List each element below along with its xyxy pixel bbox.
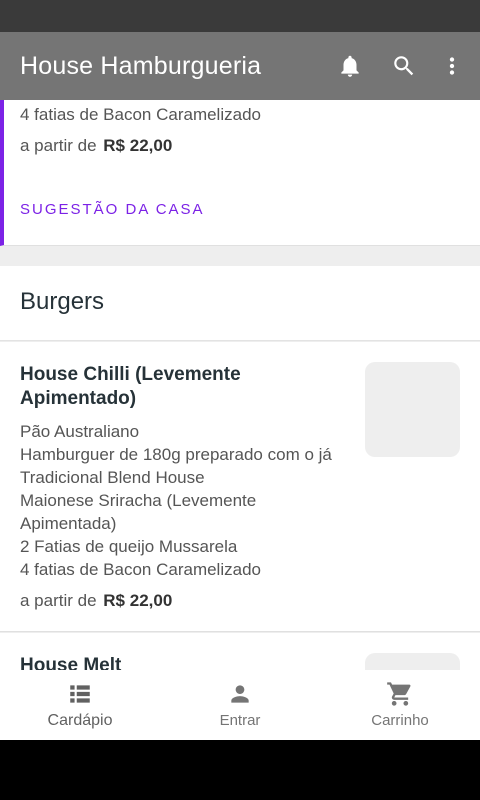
product-card[interactable]: House Chilli (Levemente Apimentado) Pão …	[0, 342, 480, 632]
description-line: 4 fatias de Bacon Caramelizado	[20, 560, 261, 579]
status-bar	[0, 0, 480, 32]
description-line: Tradicional Blend House	[20, 468, 205, 487]
nav-item-cardapio[interactable]: Cardápio	[0, 670, 160, 740]
suggestion-price: a partir de R$ 22,00	[20, 136, 172, 156]
description-line: Apimentada)	[20, 514, 117, 533]
nav-label: Carrinho	[371, 712, 429, 729]
cart-icon	[386, 680, 414, 708]
nav-label: Entrar	[219, 712, 261, 729]
price-value: R$ 22,00	[103, 136, 173, 155]
product-price: a partir de R$ 22,00	[20, 591, 172, 611]
search-icon[interactable]	[382, 44, 426, 88]
product-card[interactable]: House Melt	[0, 633, 480, 670]
product-name: House Chilli (Levemente Apimentado)	[20, 364, 241, 409]
section-header: Burgers	[0, 266, 480, 341]
price-prefix: a partir de	[20, 136, 97, 155]
house-suggestion-tag: SUGESTÃO DA CASA	[20, 201, 205, 218]
product-description: Pão Australiano Hamburguer de 180g prepa…	[20, 420, 365, 581]
person-icon	[227, 680, 253, 708]
nav-item-carrinho[interactable]: Carrinho	[320, 670, 480, 740]
description-line: Pão Australiano	[20, 422, 140, 441]
section-title: Burgers	[20, 288, 105, 315]
product-image-placeholder	[365, 362, 460, 457]
menu-list-icon	[67, 680, 93, 708]
description-line: Maionese Sriracha (Levemente	[20, 491, 257, 510]
bell-icon[interactable]	[328, 44, 372, 88]
more-vert-icon[interactable]	[430, 44, 474, 88]
system-navigation-bar	[0, 740, 480, 800]
app-bar: House Hamburgueria	[0, 32, 480, 100]
product-image-placeholder	[365, 653, 460, 670]
price-value: R$ 22,00	[103, 591, 173, 610]
description-line: Hamburguer de 180g preparado com o já	[20, 445, 332, 464]
nav-item-entrar[interactable]: Entrar	[160, 670, 320, 740]
nav-label: Cardápio	[47, 712, 113, 729]
price-prefix: a partir de	[20, 591, 97, 610]
product-name: House Melt	[20, 655, 122, 670]
bottom-navigation: Cardápio Entrar Carrinho	[0, 670, 480, 740]
description-line: 2 Fatias de queijo Mussarela	[20, 537, 238, 556]
suggestion-description: 4 fatias de Bacon Caramelizado	[20, 105, 261, 124]
suggestion-card[interactable]: 4 fatias de Bacon Caramelizado a partir …	[0, 100, 480, 246]
menu-content[interactable]: 4 fatias de Bacon Caramelizado a partir …	[0, 100, 480, 670]
app-title: House Hamburgueria	[20, 51, 262, 80]
